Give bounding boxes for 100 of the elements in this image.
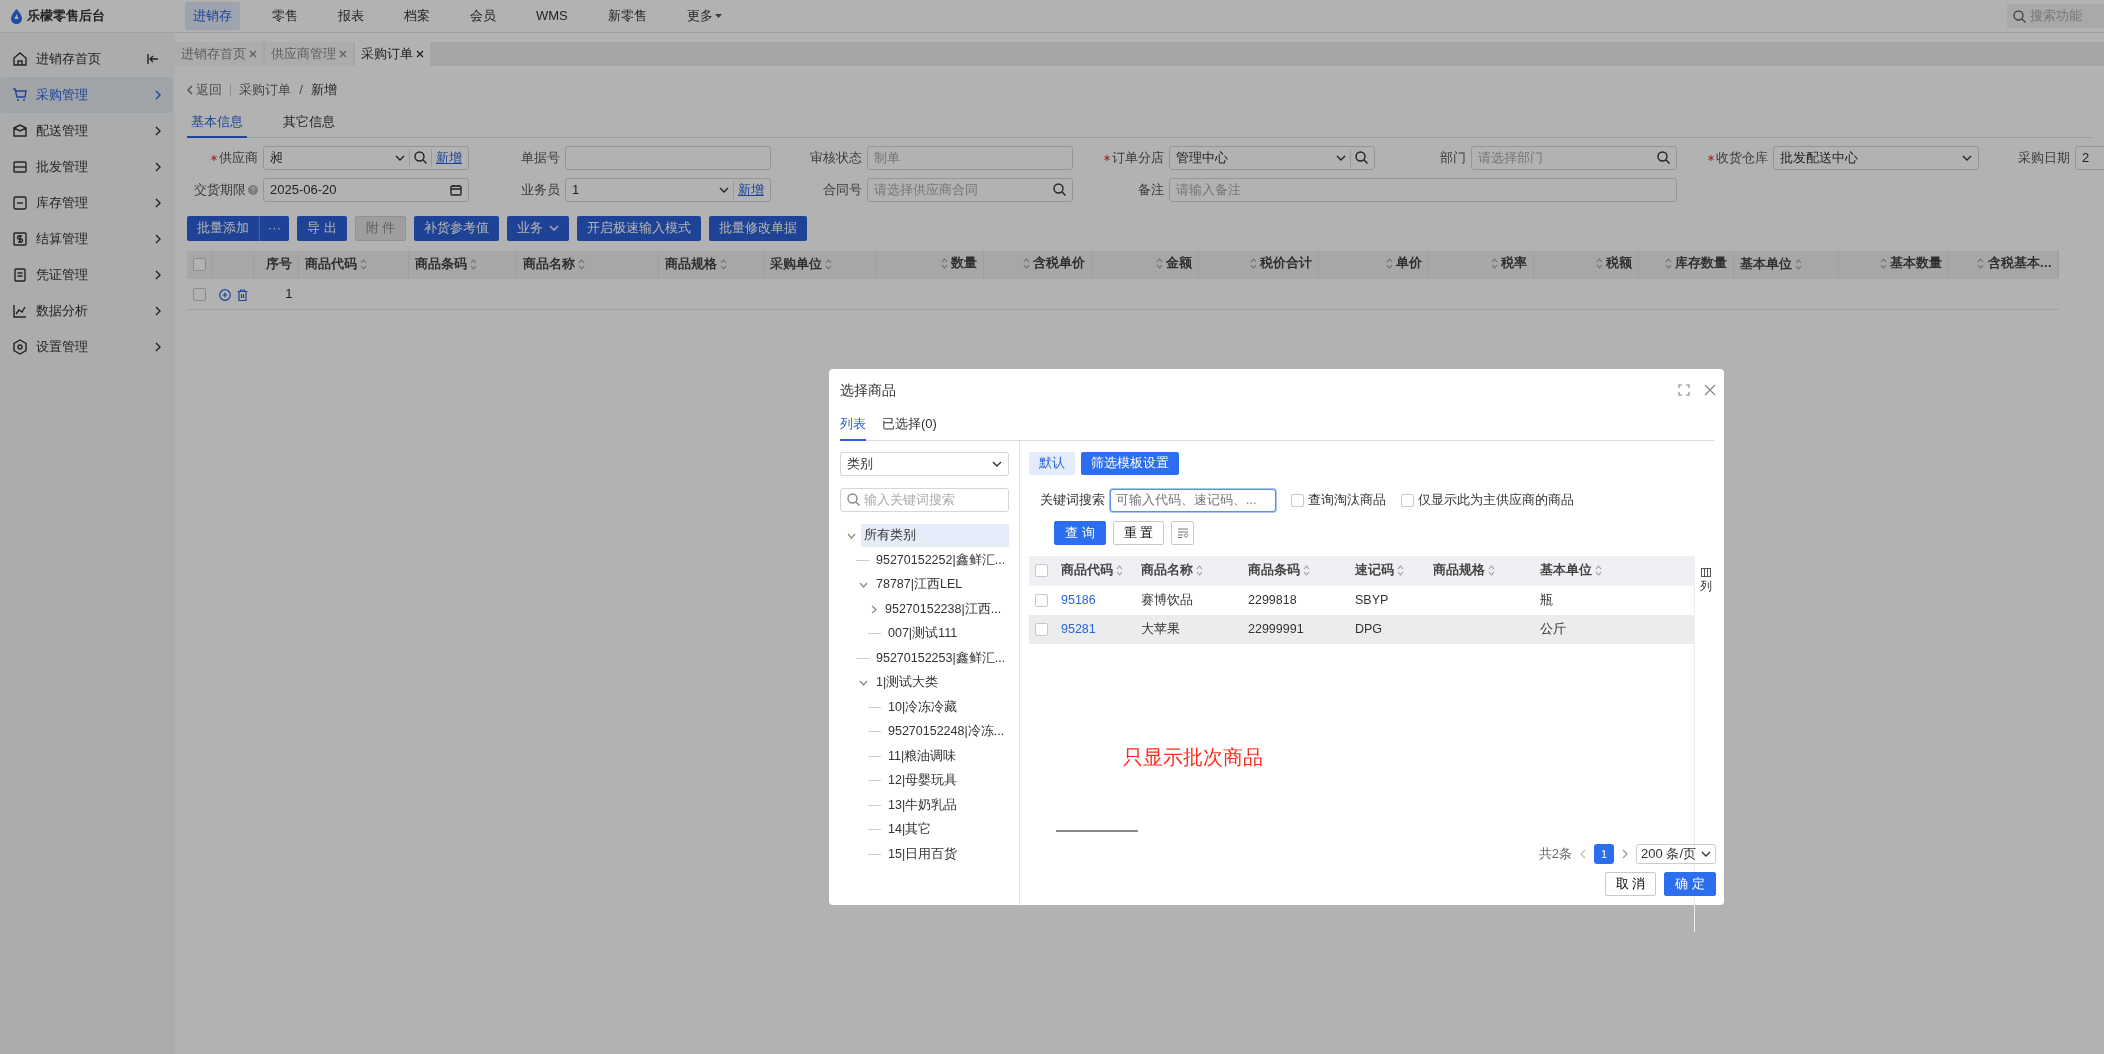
tree-node[interactable]: 11|粮油调味	[885, 744, 960, 768]
add-circle-icon[interactable]	[218, 288, 231, 301]
more-button[interactable]: ···	[260, 215, 289, 241]
tree-node[interactable]: 13|牛奶乳品	[885, 793, 961, 817]
scrollbar-thumb[interactable]	[1056, 830, 1138, 832]
tree-node[interactable]: 15|日用百货	[885, 842, 961, 866]
tree-node[interactable]: 007|测试111	[885, 622, 961, 646]
nav-item[interactable]: 进销存	[185, 2, 240, 30]
toolbar-button[interactable]: 补货参考值	[414, 215, 500, 241]
input-field[interactable]	[565, 145, 771, 170]
nav-item[interactable]: 更多	[678, 2, 730, 30]
checkbox[interactable]	[1291, 493, 1304, 507]
column-header[interactable]: 基本数量	[1838, 250, 1949, 279]
search-button[interactable]	[414, 151, 427, 164]
action-button[interactable]: 重 置	[1112, 520, 1165, 545]
expand-icon[interactable]	[859, 679, 868, 686]
tree-node[interactable]: 1|测试大类	[873, 671, 942, 695]
column-header[interactable]: 库存数量	[1638, 250, 1734, 279]
column-header[interactable]: 含税单价	[983, 250, 1092, 279]
page-tab[interactable]: 采购订单	[355, 42, 430, 66]
nav-item[interactable]: 会员	[462, 2, 504, 30]
column-header[interactable]: 单价	[1318, 250, 1429, 279]
select-field[interactable]: 管理中心	[1169, 145, 1375, 170]
select-all-checkbox[interactable]	[193, 258, 206, 272]
toolbar-button[interactable]: 业务	[507, 215, 570, 241]
tree-node[interactable]: 14|其它	[885, 818, 935, 842]
add-link[interactable]: 新增	[738, 179, 764, 200]
select-field[interactable]: 昶 新增	[263, 145, 469, 170]
expand-icon[interactable]	[847, 532, 856, 539]
product-code-link[interactable]: 95186	[1061, 592, 1096, 607]
form-tab[interactable]: 其它信息	[279, 110, 339, 137]
sidebar-item[interactable]: 库存管理	[0, 185, 173, 221]
expand-icon[interactable]	[859, 581, 868, 588]
nav-item[interactable]: 新零售	[599, 2, 655, 30]
select-field[interactable]: 批发配送中心	[1773, 145, 1979, 170]
close-icon[interactable]	[1704, 384, 1716, 396]
tree-node[interactable]: 78787|江西LEL	[873, 573, 966, 597]
collapse-icon[interactable]	[147, 54, 159, 64]
column-header[interactable]: 基本单位	[1534, 555, 1694, 586]
nav-item[interactable]: 档案	[396, 2, 438, 30]
column-header[interactable]: 商品名称	[516, 250, 659, 279]
tree-node[interactable]: 95270152252|鑫鲜汇...	[873, 548, 1009, 572]
close-icon[interactable]	[416, 50, 424, 58]
column-header[interactable]: 采购单位	[763, 250, 876, 279]
column-header[interactable]: 商品名称	[1135, 555, 1242, 586]
column-header[interactable]: 商品条码	[1242, 555, 1349, 586]
column-header[interactable]: 商品代码	[298, 250, 409, 279]
tree-node[interactable]: 所有类别	[861, 524, 1009, 548]
page-button[interactable]: 1	[1594, 844, 1615, 864]
next-page-icon[interactable]	[1622, 849, 1629, 859]
select-field[interactable]: 1 新增	[565, 177, 771, 202]
breadcrumb-link[interactable]: 采购订单	[239, 80, 292, 100]
template-button[interactable]: 筛选模板设置	[1081, 451, 1179, 475]
column-header[interactable]: 基本单位	[1733, 250, 1839, 279]
column-header[interactable]: 金额	[1091, 250, 1199, 279]
action-button[interactable]: 查 询	[1054, 520, 1106, 545]
sidebar-item[interactable]: 凭证管理	[0, 257, 173, 293]
search-button[interactable]	[1355, 151, 1368, 164]
dialog-tab[interactable]: 列表	[840, 411, 866, 441]
back-link[interactable]: 返回	[187, 80, 223, 100]
form-tab[interactable]: 基本信息	[187, 110, 247, 138]
page-size-select[interactable]: 200 条/页	[1636, 844, 1716, 864]
column-header[interactable]: 商品规格	[1427, 555, 1534, 586]
sidebar-item[interactable]: 数据分析	[0, 293, 173, 329]
sidebar-item[interactable]: 结算管理	[0, 221, 173, 257]
nav-item[interactable]: 零售	[264, 2, 306, 30]
trash-icon[interactable]	[236, 288, 248, 301]
row-checkbox[interactable]	[1035, 622, 1048, 636]
column-header[interactable]: 数量	[875, 250, 984, 279]
confirm-button[interactable]: 确 定	[1664, 872, 1716, 896]
prev-page-icon[interactable]	[1580, 849, 1587, 859]
input-field[interactable]: 2	[2075, 145, 2104, 170]
column-header[interactable]: 税率	[1428, 250, 1534, 279]
keyword-field[interactable]: 可输入代码、速记码、...	[1110, 488, 1276, 512]
sidebar-item[interactable]: 设置管理	[0, 329, 173, 365]
checkbox[interactable]	[1401, 493, 1414, 507]
select-all-checkbox[interactable]	[1035, 564, 1048, 578]
template-button[interactable]: 默认	[1029, 451, 1075, 475]
row-checkbox[interactable]	[193, 288, 206, 302]
column-header[interactable]: 商品代码	[1055, 555, 1135, 586]
batch-add-button[interactable]: 批量添加	[187, 215, 260, 241]
sidebar-item[interactable]: 批发管理	[0, 149, 173, 185]
tree-node[interactable]: 95270152248|冷冻...	[885, 720, 1008, 744]
tree-node[interactable]: 10|冷冻冷藏	[885, 695, 961, 719]
column-header[interactable]: 税价合计	[1198, 250, 1319, 279]
nav-item[interactable]: 报表	[330, 2, 372, 30]
toolbar-button[interactable]: 导 出	[297, 215, 347, 241]
tree-node[interactable]: 95270152253|鑫鲜汇...	[873, 646, 1009, 670]
toolbar-button[interactable]: 批量修改单据	[709, 215, 808, 241]
cancel-button[interactable]: 取 消	[1604, 872, 1657, 896]
column-header[interactable]: 商品条码	[408, 250, 517, 279]
filter-button[interactable]	[1171, 520, 1195, 545]
row-checkbox[interactable]	[1035, 593, 1048, 607]
sidebar-item[interactable]: 采购管理	[0, 77, 173, 113]
tree-node[interactable]: 95270152238|江西...	[882, 597, 1005, 621]
nav-item[interactable]: WMS	[528, 2, 576, 30]
sidebar-item[interactable]: 配送管理	[0, 113, 173, 149]
toolbar-button[interactable]: 开启极速输入模式	[577, 215, 702, 241]
column-header[interactable]: 速记码	[1349, 555, 1427, 586]
dialog-tab[interactable]: 已选择(0)	[882, 411, 937, 440]
